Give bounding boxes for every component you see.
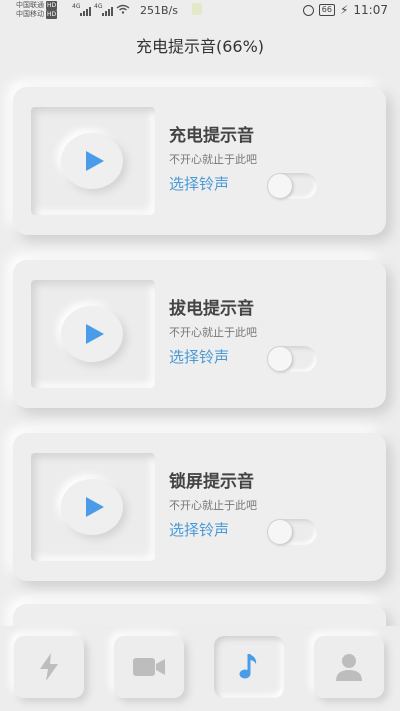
battery-level: 66 — [318, 4, 335, 16]
sound-thumbnail — [31, 107, 155, 215]
charging-bolt-icon: ⚡ — [339, 3, 349, 17]
play-button[interactable] — [61, 479, 123, 535]
page-title: 充电提示音(66%) — [135, 37, 265, 56]
wifi-icon — [116, 4, 130, 14]
toggle-knob — [268, 347, 292, 371]
card-title: 拔电提示音 — [169, 299, 254, 319]
carrier-1: 中国联通 — [16, 1, 44, 9]
choose-ringtone-link[interactable]: 选择铃声 — [169, 346, 229, 367]
nav-music[interactable] — [214, 636, 284, 698]
card-title: 锁屏提示音 — [169, 472, 254, 492]
play-icon — [86, 497, 104, 517]
sound-card-charge: 充电提示音 不开心就止于此吧 选择铃声 — [13, 87, 386, 235]
status-bar: 中国联通 HD 中国移动 HD 4G 4G 251B/s 66 ⚡ 11:07 — [0, 0, 400, 24]
video-camera-icon — [133, 658, 165, 676]
signal-icon — [80, 3, 92, 16]
play-button[interactable] — [61, 306, 123, 362]
lightning-icon — [40, 653, 58, 681]
card-subtitle: 不开心就止于此吧 — [169, 499, 257, 512]
alarm-icon — [302, 4, 314, 16]
toggle-knob — [268, 520, 292, 544]
nav-profile[interactable] — [314, 636, 384, 698]
toggle-switch[interactable] — [267, 519, 317, 545]
card-subtitle: 不开心就止于此吧 — [169, 326, 257, 339]
music-note-icon — [239, 654, 257, 679]
nav-charge[interactable] — [14, 636, 84, 698]
hd-badge: HD — [46, 10, 58, 19]
play-icon — [86, 151, 104, 171]
user-icon — [336, 654, 362, 681]
net-speed: 251B/s — [140, 4, 178, 17]
toggle-knob — [268, 174, 292, 198]
choose-ringtone-link[interactable]: 选择铃声 — [169, 173, 229, 194]
card-subtitle: 不开心就止于此吧 — [169, 153, 257, 166]
play-button[interactable] — [61, 133, 123, 189]
play-icon — [86, 324, 104, 344]
sound-card-unplug: 拔电提示音 不开心就止于此吧 选择铃声 — [13, 260, 386, 408]
card-title: 充电提示音 — [169, 126, 254, 146]
choose-ringtone-link[interactable]: 选择铃声 — [169, 519, 229, 540]
charging-icon — [192, 3, 202, 15]
toggle-switch[interactable] — [267, 346, 317, 372]
signal-icon-2 — [102, 3, 114, 16]
sound-thumbnail — [31, 453, 155, 561]
bottom-nav — [0, 626, 400, 711]
clock-time: 11:07 — [353, 3, 388, 17]
nav-video[interactable] — [114, 636, 184, 698]
sound-card-lock: 锁屏提示音 不开心就止于此吧 选择铃声 — [13, 433, 386, 581]
carrier-info: 中国联通 HD 中国移动 HD — [16, 1, 58, 19]
hd-badge: HD — [46, 1, 58, 10]
toggle-switch[interactable] — [267, 173, 317, 199]
sound-thumbnail — [31, 280, 155, 388]
carrier-2: 中国移动 — [16, 10, 44, 18]
